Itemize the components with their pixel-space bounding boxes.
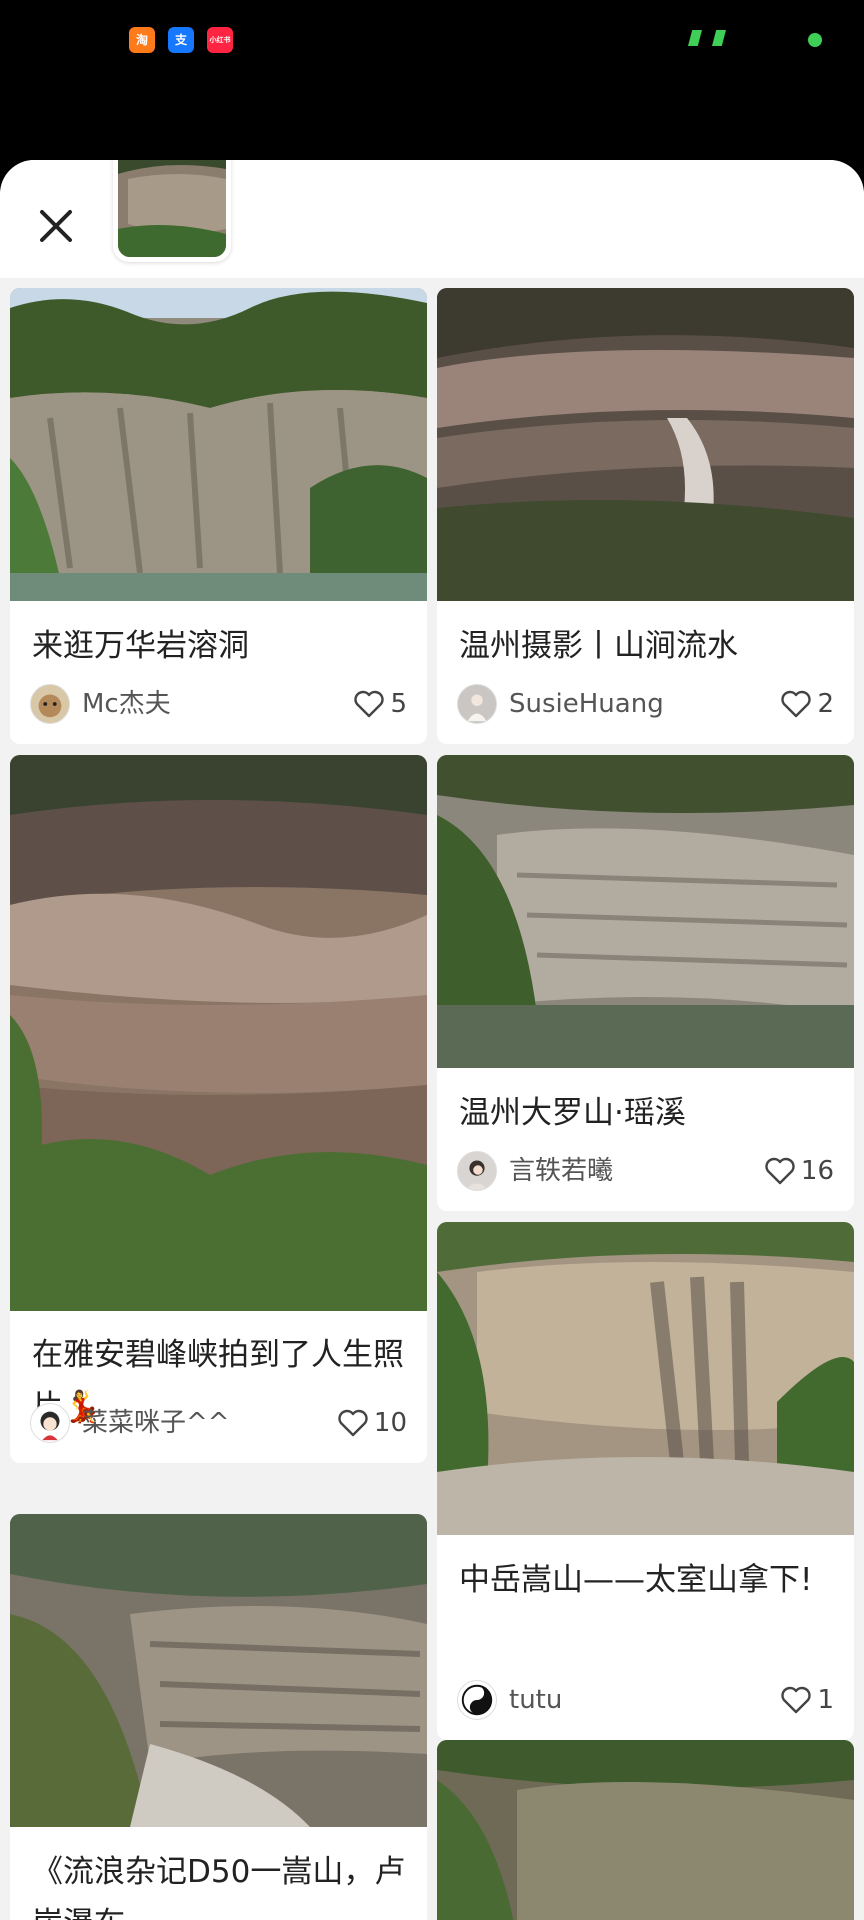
status-bar: 淘 支 小红书 (0, 0, 864, 160)
post-meta: tutu 1 (457, 1678, 834, 1722)
avatar[interactable] (30, 1403, 70, 1443)
post-title[interactable]: 来逛万华岩溶洞 (32, 620, 409, 672)
post-image[interactable] (437, 755, 854, 1068)
heart-icon (354, 690, 385, 718)
signal-icon (688, 30, 702, 46)
signal-icon (712, 30, 726, 46)
like-button[interactable]: 5 (352, 682, 407, 726)
post-image[interactable] (437, 1222, 854, 1535)
post-image[interactable] (437, 1740, 854, 1920)
taobao-icon: 淘 (129, 27, 155, 53)
post-image[interactable] (437, 288, 854, 601)
feed-card[interactable]: 来逛万华岩溶洞 Mc杰夫 5 (10, 288, 427, 744)
like-count: 10 (373, 1408, 407, 1438)
xiaohongshu-icon: 小红书 (207, 27, 233, 53)
like-count: 5 (390, 689, 407, 719)
post-title[interactable]: 温州大罗山·瑶溪 (459, 1087, 836, 1139)
author-name[interactable]: SusieHuang (509, 682, 664, 726)
author-name[interactable]: Mc杰夫 (82, 682, 171, 726)
alipay-icon: 支 (168, 27, 194, 53)
post-title[interactable]: 温州摄影丨山涧流水 (459, 620, 836, 672)
like-button[interactable]: 2 (779, 682, 834, 726)
source-image-thumbnail[interactable] (113, 160, 231, 262)
post-image[interactable] (10, 288, 427, 601)
post-title[interactable]: 中岳嵩山——太室山拿下! (459, 1554, 836, 1606)
avatar[interactable] (30, 684, 70, 724)
post-image[interactable] (10, 755, 427, 1311)
avatar[interactable] (457, 1680, 497, 1720)
post-meta: SusieHuang 2 (457, 682, 834, 726)
heart-icon (338, 1409, 368, 1437)
feed-card[interactable]: 中岳嵩山——太室山拿下! tutu 1 (437, 1222, 854, 1740)
post-meta: Mc杰夫 5 (30, 682, 407, 726)
like-count: 1 (817, 1685, 834, 1715)
feed-card[interactable] (437, 1740, 854, 1920)
feed-card[interactable]: 《流浪杂记D50一嵩山，卢崖瀑布 (10, 1514, 427, 1920)
post-image[interactable] (10, 1514, 427, 1827)
post-meta: 菜菜咪子^^ 10 (30, 1401, 407, 1445)
author-name[interactable]: 言轶若曦 (509, 1149, 613, 1193)
like-button[interactable]: 16 (763, 1149, 834, 1193)
close-icon (40, 210, 72, 242)
like-button[interactable]: 10 (336, 1401, 407, 1445)
post-meta: 言轶若曦 16 (457, 1149, 834, 1193)
like-count: 16 (800, 1156, 834, 1186)
like-count: 2 (817, 689, 834, 719)
avatar[interactable] (457, 1151, 497, 1191)
heart-icon (781, 1686, 812, 1714)
author-name[interactable]: 菜菜咪子^^ (82, 1401, 230, 1445)
heart-icon (781, 690, 812, 718)
post-title[interactable]: 《流浪杂记D50一嵩山，卢崖瀑布 (32, 1846, 409, 1920)
similar-posts-sheet: 来逛万华岩溶洞 Mc杰夫 5 温州摄影丨山涧流水 SusieHuang 2 在雅… (0, 160, 864, 1920)
feed-card[interactable]: 温州大罗山·瑶溪 言轶若曦 16 (437, 755, 854, 1211)
close-button[interactable] (30, 200, 82, 252)
author-name[interactable]: tutu (509, 1678, 562, 1722)
avatar[interactable] (457, 684, 497, 724)
like-button[interactable]: 1 (779, 1678, 834, 1722)
privacy-indicator-dot (808, 33, 822, 47)
feed-card[interactable]: 温州摄影丨山涧流水 SusieHuang 2 (437, 288, 854, 744)
heart-icon (765, 1157, 795, 1185)
thumbnail-image (118, 160, 226, 257)
feed-card[interactable]: 在雅安碧峰峡拍到了人生照片💃 菜菜咪子^^ 10 (10, 755, 427, 1463)
